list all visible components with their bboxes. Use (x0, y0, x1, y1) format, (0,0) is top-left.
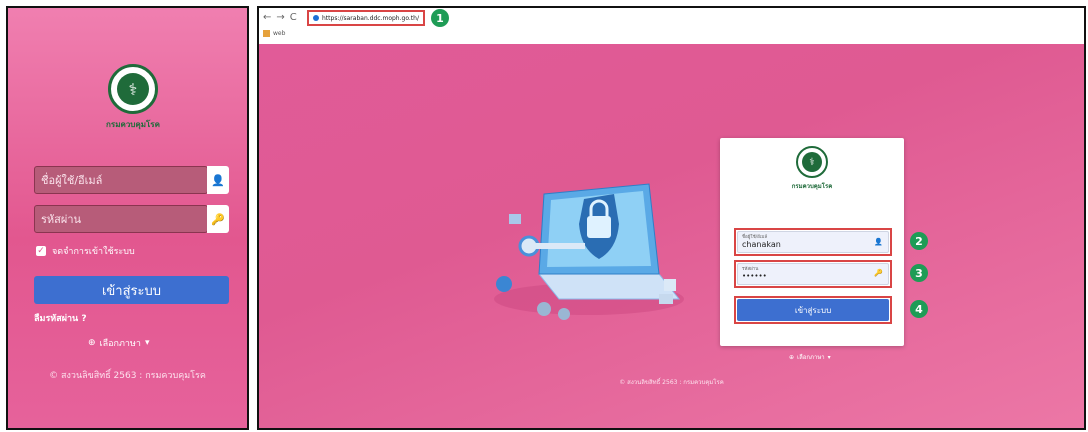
forward-icon[interactable]: → (276, 12, 289, 23)
browser-window: ←→C https://saraban.ddc.moph.go.th/ 1 we… (257, 6, 1086, 430)
ddc-logo: ⚕ (108, 64, 158, 114)
globe-icon: ⊕ (789, 353, 795, 361)
caduceus-icon: ⚕ (802, 152, 822, 172)
login-card: ⚕ กรมควบคุมโรค ชื่อผู้ใช้/อีเมล์ chanaka… (720, 138, 904, 346)
mobile-login-panel: ⚕ กรมควบคุมโรค ชื่อผู้ใช้/อีเมล์ 👤 รหัสผ… (6, 6, 249, 430)
web-page: ⚕ กรมควบคุมโรค ชื่อผู้ใช้/อีเมล์ chanaka… (259, 44, 1084, 428)
nav-buttons[interactable]: ←→C (263, 12, 302, 23)
logo-caption: กรมควบคุมโรค (106, 120, 160, 129)
username-input[interactable]: ชื่อผู้ใช้/อีเมล์ (34, 166, 208, 194)
login-button[interactable]: เข้าสู่ระบบ (34, 276, 229, 304)
user-icon: 👤 (874, 238, 883, 246)
login-button[interactable]: เข้าสู่ระบบ (737, 299, 889, 321)
bookmark-label: web (273, 30, 286, 37)
username-label: ชื่อผู้ใช้/อีเมล์ (742, 235, 768, 240)
chevron-down-icon: ▾ (827, 353, 831, 361)
key-icon: 🔑 (874, 269, 883, 277)
caduceus-icon: ⚕ (117, 73, 149, 105)
username-value: chanakan (742, 240, 781, 249)
remember-checkbox[interactable]: ✓ (36, 246, 46, 256)
logo-caption: กรมควบคุมโรค (791, 183, 833, 190)
globe-icon: ⊕ (88, 338, 96, 348)
annotation-badge-1: 1 (431, 9, 449, 27)
user-icon: 👤 (207, 166, 229, 194)
password-input[interactable]: รหัสผ่าน (34, 205, 208, 233)
copyright-text: © สงวนลิขสิทธิ์ 2563 : กรมควบคุมโรค (49, 371, 206, 381)
forgot-password-link[interactable]: ลืมรหัสผ่าน ? (34, 311, 87, 325)
key-icon: 🔑 (207, 205, 229, 233)
url-text: https://saraban.ddc.moph.go.th/ (322, 14, 419, 22)
reload-icon[interactable]: C (290, 12, 302, 23)
language-label: เลือกภาษา (99, 339, 141, 349)
annotation-badge-3: 3 (910, 264, 928, 282)
bookmark-item[interactable]: web (263, 30, 285, 37)
username-input[interactable]: ชื่อผู้ใช้/อีเมล์ chanakan 👤 (737, 231, 889, 253)
chevron-down-icon: ▾ (144, 338, 150, 348)
language-selector[interactable]: ⊕ เลือกภาษา ▾ (88, 336, 150, 350)
site-icon (313, 15, 319, 21)
copyright-text: © สงวนลิขสิทธิ์ 2563 : กรมควบคุมโรค (619, 379, 724, 386)
password-label: รหัสผ่าน (742, 267, 759, 272)
remember-label: จดจำการเข้าใช้ระบบ (52, 247, 135, 257)
password-input[interactable]: รหัสผ่าน •••••• 🔑 (737, 263, 889, 285)
security-illustration (494, 183, 684, 320)
language-label: เลือกภาษา (797, 354, 825, 361)
annotation-badge-4: 4 (910, 300, 928, 318)
ddc-logo: ⚕ (796, 146, 828, 178)
password-value: •••••• (742, 272, 767, 280)
language-selector[interactable]: ⊕ เลือกภาษา ▾ (789, 352, 831, 362)
address-bar[interactable]: https://saraban.ddc.moph.go.th/ (307, 10, 425, 26)
annotation-badge-2: 2 (910, 232, 928, 250)
back-icon[interactable]: ← (263, 12, 276, 23)
bookmark-icon (263, 30, 270, 37)
